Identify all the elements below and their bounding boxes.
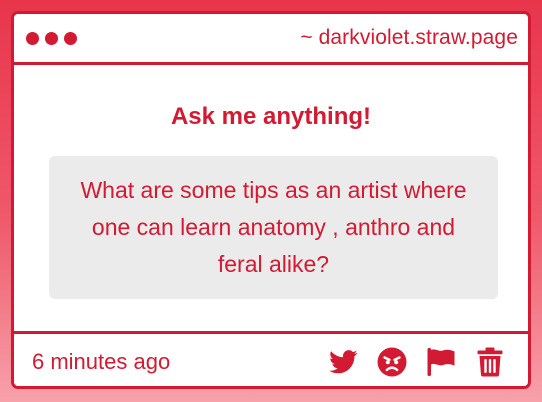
window-dot-icon: [26, 31, 39, 45]
window-controls: [26, 31, 77, 45]
page-title: Ask me anything!: [170, 103, 372, 130]
question-card: ~ darkviolet.straw.page Ask me anything!…: [11, 11, 531, 389]
question-text: What are some tips as an artist where on…: [80, 177, 467, 277]
delete-button[interactable]: [474, 346, 506, 378]
window-dot-icon: [45, 31, 58, 45]
page-url[interactable]: ~ darkviolet.straw.page: [300, 26, 518, 50]
question-body: Ask me anything! What are some tips as a…: [14, 65, 528, 334]
flag-icon: [427, 347, 455, 376]
window-titlebar: ~ darkviolet.straw.page: [14, 14, 528, 65]
card-footer: 6 minutes ago: [14, 334, 528, 386]
react-angry-button[interactable]: [376, 346, 408, 378]
question-box: What are some tips as an artist where on…: [49, 156, 498, 299]
action-bar: [327, 346, 506, 378]
twitter-share-button[interactable]: [327, 346, 359, 378]
timestamp: 6 minutes ago: [32, 348, 171, 374]
report-flag-button[interactable]: [425, 346, 457, 378]
trash-icon: [477, 347, 503, 376]
window-dot-icon: [64, 31, 77, 45]
twitter-icon: [328, 349, 357, 373]
angry-face-icon: [377, 347, 407, 376]
